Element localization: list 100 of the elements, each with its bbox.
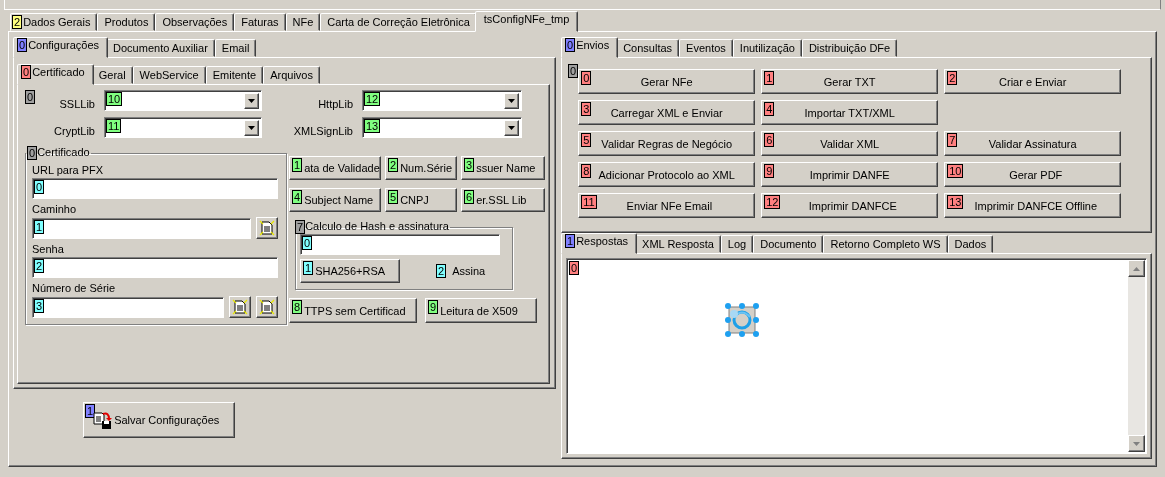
input-field[interactable]: 3 [32,296,224,318]
input-field[interactable]: 0 [300,234,500,255]
document-icon [259,220,275,236]
input-field[interactable]: 2 [32,257,278,278]
checkbox-label[interactable]: Assina [452,265,486,277]
button[interactable]: 12 Imprimir DANFCE [761,193,939,218]
tab[interactable]: Documento [753,235,824,253]
dropdown-button[interactable] [244,120,259,136]
button[interactable]: 6 Validar XML [761,131,939,156]
tab-order-badge: 0 [25,90,36,104]
button[interactable]: 3 Carregar XML e Enviar [578,100,756,125]
scrollbar[interactable] [1128,260,1145,452]
tab-order-badge: 4 [764,102,775,116]
tab-order-badge: 2 [34,259,45,273]
dropdown[interactable]: 11 [104,117,262,138]
tab-order-badge: 0 [581,71,592,85]
button[interactable]: 13 Imprimir DANFCE Offline [944,193,1122,218]
dropdown[interactable]: 10 [104,90,262,111]
tab-order-badge: 12 [764,195,781,209]
dropdown-button[interactable] [244,93,259,109]
tab[interactable]: Eventos [679,39,733,57]
tab-order-badge: 3 [34,298,45,313]
tab[interactable]: 0 Configurações [13,37,109,58]
button[interactable]: 2 Num.Série [385,156,457,180]
tab-order-badge: 0 [17,38,28,52]
field-label: CryptLib [54,125,95,138]
tab[interactable]: Log [720,235,754,253]
tab-order-badge: 1 [34,219,45,234]
tab[interactable]: NFe [285,13,321,31]
tab-order-badge: 13 [364,119,381,133]
button[interactable]: 2 Criar e Enviar [944,69,1122,94]
tab[interactable]: Arquivos [263,66,320,84]
input-field[interactable]: 0 [32,178,278,199]
button[interactable]: 0 Gerar NFe [578,69,756,94]
field-label: Caminho [32,203,78,215]
browse-button[interactable] [256,296,278,318]
tab-order-badge: 0 [302,236,313,250]
caret-icon [248,99,255,103]
dropdown[interactable]: 12 [362,90,522,111]
tab-order-badge: 11 [581,195,597,209]
input-field[interactable]: 1 [32,217,251,239]
button[interactable]: 7 Validar Assinatura [944,131,1122,156]
button[interactable]: 8 Adicionar Protocolo ao XML [578,162,756,187]
tab[interactable]: tsConfigNFe_tmp [474,11,579,32]
tab-order-badge: 1 [303,261,314,275]
tab[interactable]: Consultas [616,39,680,57]
tab[interactable]: Faturas [234,13,286,31]
button[interactable]: 1 ata de Validade [289,156,381,180]
caret-icon [248,126,255,130]
tab[interactable]: Observações [155,13,235,31]
dropdown-button[interactable] [504,93,519,109]
button[interactable]: 4 Importar TXT/XML [761,100,939,125]
dropdown-button[interactable] [504,120,519,136]
tab[interactable]: 1 Respostas [561,233,638,254]
tab-order-badge: 0 [569,261,580,275]
tab-order-badge: 4 [292,190,303,204]
browse-button[interactable] [256,217,278,239]
button[interactable]: 5 Validar Regras de Negócio [578,131,756,156]
button[interactable]: 6 er.SSL Lib [461,188,545,212]
field-label: SSLLib [59,98,95,111]
save-button[interactable]: 1 Salvar Configurações [83,402,235,438]
button[interactable]: 1 Gerar TXT [761,69,939,94]
down-arrow-icon [1133,441,1140,446]
scroll-up-button[interactable] [1128,260,1145,277]
tab-order-badge: 5 [388,190,399,204]
browse-button[interactable] [229,296,251,318]
tab[interactable]: 0 Envios [561,37,619,58]
button[interactable]: 9 Imprimir DANFE [761,162,939,187]
scroll-down-button[interactable] [1128,435,1145,452]
field-label: XMLSignLib [293,125,353,138]
tab[interactable]: XML Resposta [635,235,721,253]
tab[interactable]: Produtos [97,13,156,31]
button[interactable]: 1 SHA256+RSA [300,259,400,283]
button[interactable]: 5 CNPJ [385,188,457,212]
tab[interactable]: Geral [91,66,133,84]
tab[interactable]: WebService [132,66,206,84]
tab[interactable]: Dados [947,235,994,253]
dropdown[interactable]: 13 [362,117,522,138]
tab[interactable]: Carta de Correção Eletrônica [320,13,477,31]
tab-order-badge: 2 [12,15,23,29]
button[interactable]: 3 ssuer Name [461,156,545,180]
tab-order-badge: 12 [364,92,381,106]
button[interactable]: 9 Leitura de X509 [425,298,537,323]
tab-order-badge: 2 [947,71,958,85]
tab[interactable]: Retorno Completo WS [823,235,948,253]
tab[interactable]: Distribuição DFe [801,39,898,57]
button[interactable]: 10 Gerar PDF [944,162,1122,187]
tab[interactable]: Inutilização [732,39,802,57]
tab-order-badge: 0 [568,64,579,78]
button[interactable]: 8 TTPS sem Certificad [289,298,417,323]
tab[interactable]: Email [214,39,257,57]
text-area[interactable]: 0 [566,258,1147,454]
tab[interactable]: 2 Dados Gerais [10,13,98,31]
tab-order-badge: 10 [106,92,123,106]
tab[interactable]: Documento Auxiliar [106,39,215,57]
button[interactable]: 11 Enviar NFe Email [578,193,756,218]
button[interactable]: 4 Subject Name [289,188,381,212]
tab[interactable]: Emitente [205,66,264,84]
tab[interactable]: 0 Certificado [17,64,94,85]
tab-order-badge: 0 [34,180,45,194]
